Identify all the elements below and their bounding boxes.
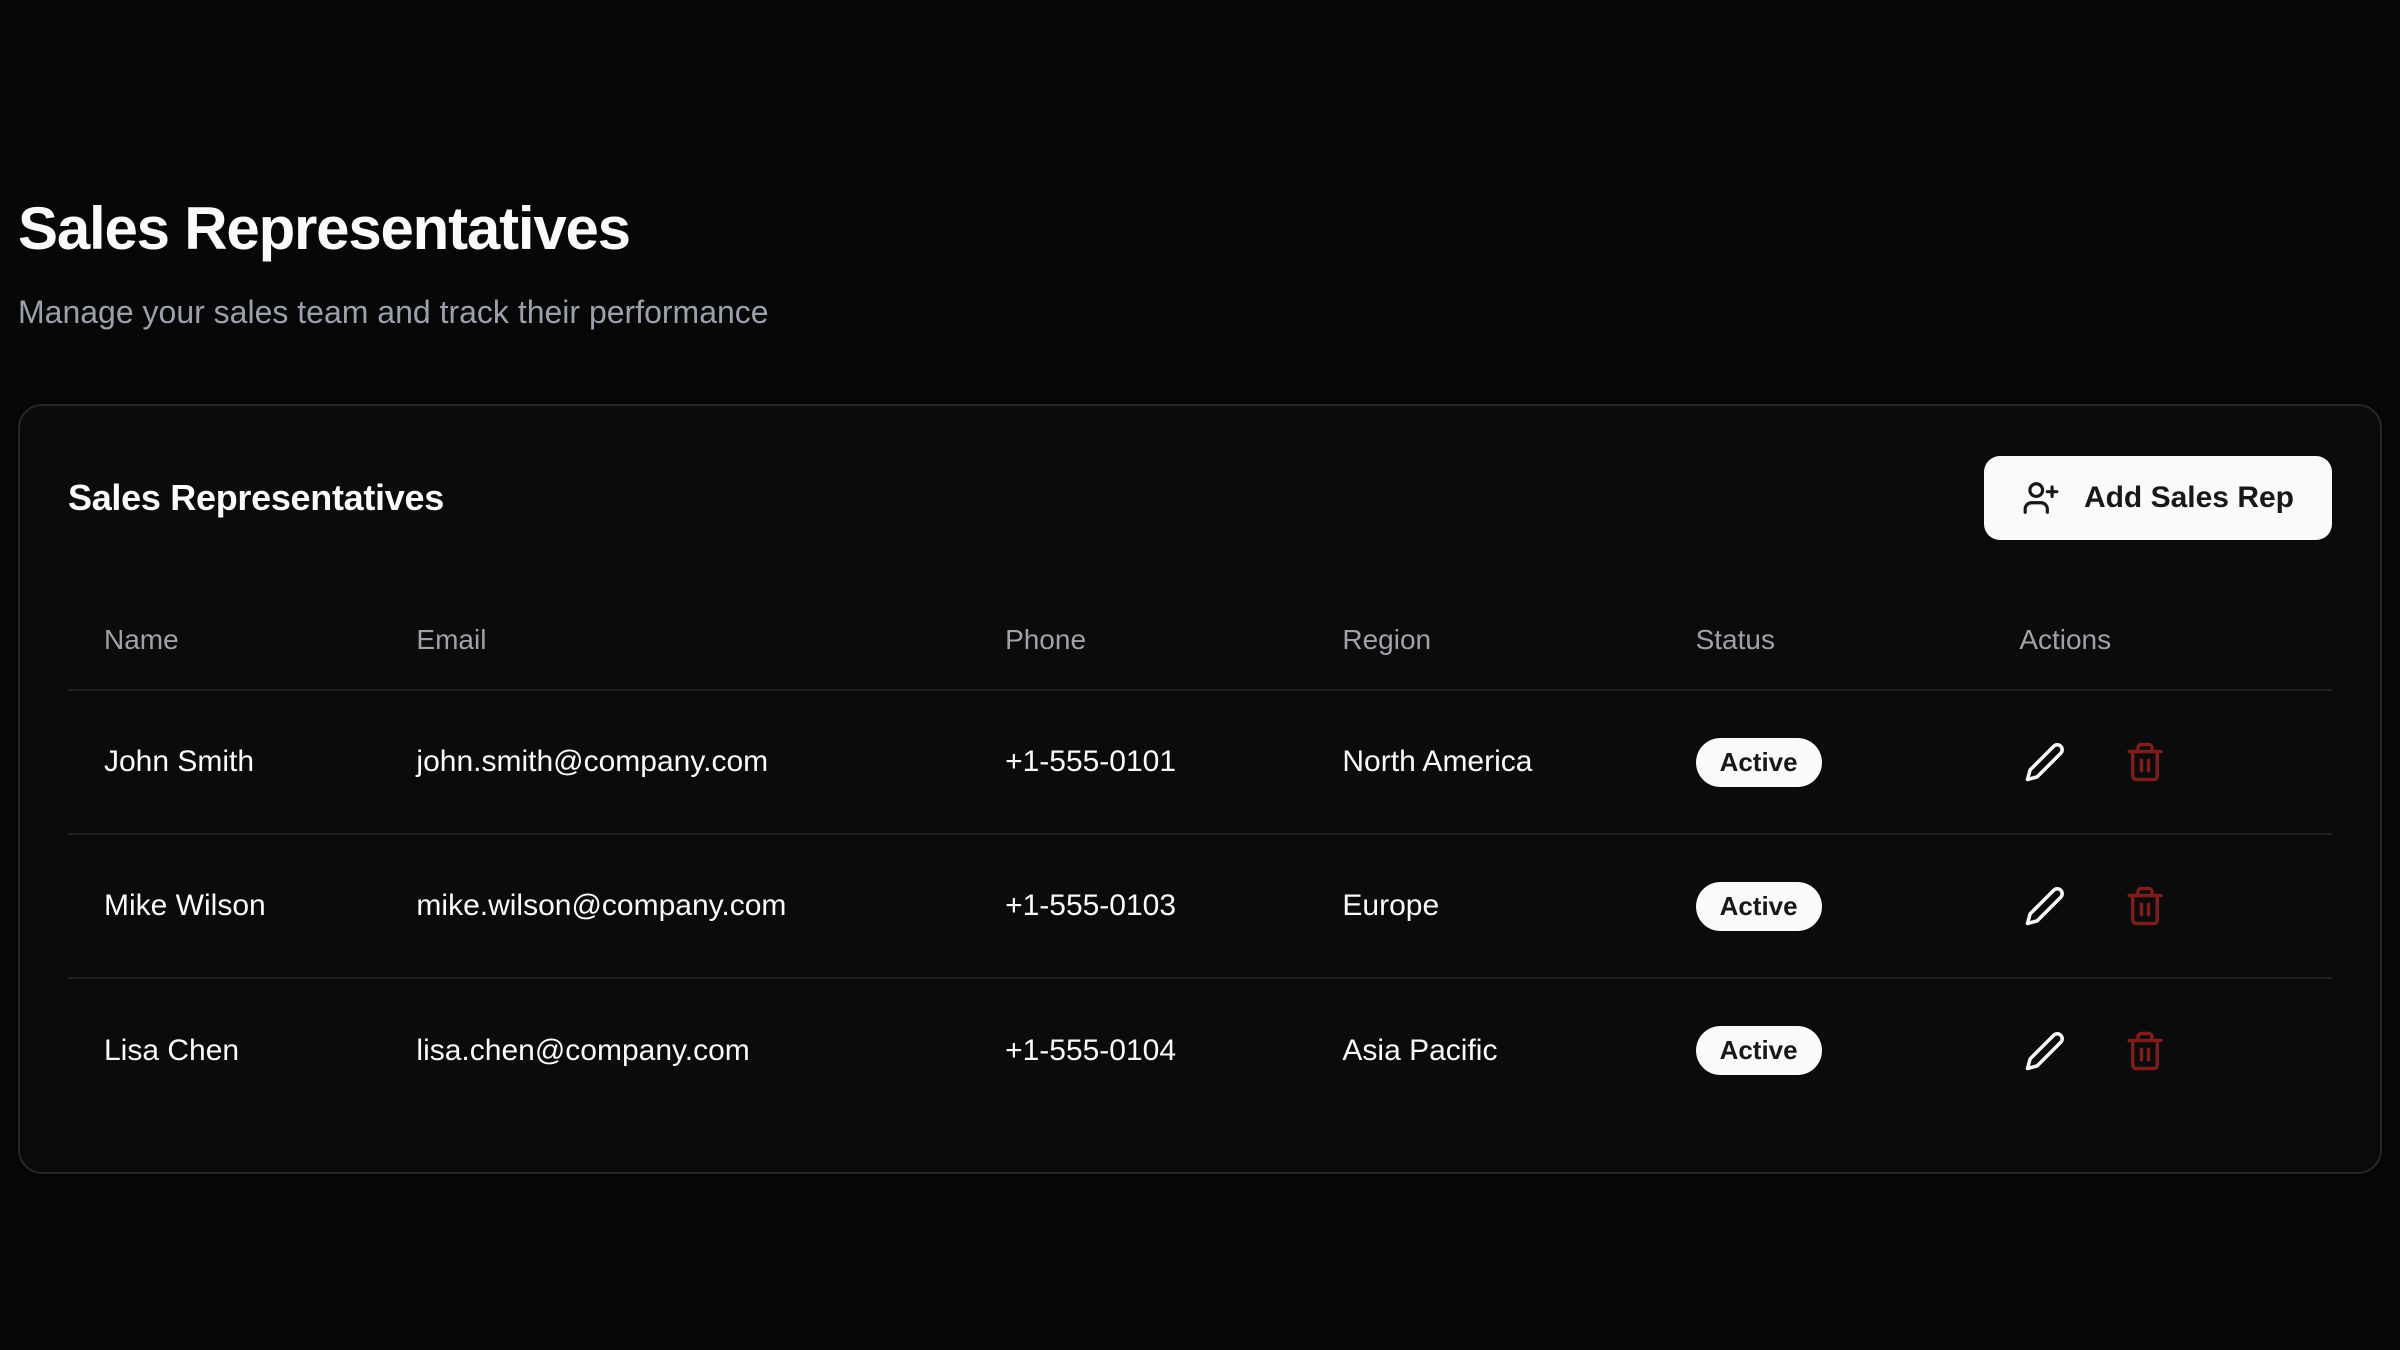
card-header: Sales Representatives Add Sales Rep — [68, 456, 2332, 540]
rep-phone: +1-555-0103 — [969, 834, 1306, 978]
rep-email: lisa.chen@company.com — [380, 978, 969, 1122]
table-row: Lisa Chen lisa.chen@company.com +1-555-0… — [68, 978, 2332, 1122]
delete-button[interactable] — [2119, 736, 2171, 788]
sales-reps-card: Sales Representatives Add Sales Rep — [18, 404, 2382, 1174]
status-badge: Active — [1696, 1026, 1822, 1075]
pencil-icon — [2024, 885, 2066, 927]
edit-button[interactable] — [2019, 880, 2071, 932]
add-sales-rep-button[interactable]: Add Sales Rep — [1984, 456, 2332, 540]
row-actions — [2019, 736, 2296, 788]
rep-region: North America — [1306, 690, 1659, 834]
column-header-status: Status — [1660, 590, 1984, 690]
rep-name: John Smith — [68, 690, 380, 834]
rep-name: Lisa Chen — [68, 978, 380, 1122]
column-header-region: Region — [1306, 590, 1659, 690]
rep-region: Asia Pacific — [1306, 978, 1659, 1122]
row-actions — [2019, 1025, 2296, 1077]
rep-region: Europe — [1306, 834, 1659, 978]
rep-name: Mike Wilson — [68, 834, 380, 978]
status-badge: Active — [1696, 738, 1822, 787]
pencil-icon — [2024, 1030, 2066, 1072]
column-header-email: Email — [380, 590, 969, 690]
trash-icon — [2124, 1030, 2166, 1072]
sales-reps-table: Name Email Phone Region Status Actions J… — [68, 590, 2332, 1122]
column-header-name: Name — [68, 590, 380, 690]
edit-button[interactable] — [2019, 1025, 2071, 1077]
edit-button[interactable] — [2019, 736, 2071, 788]
table-header-row: Name Email Phone Region Status Actions — [68, 590, 2332, 690]
rep-phone: +1-555-0101 — [969, 690, 1306, 834]
trash-icon — [2124, 885, 2166, 927]
rep-email: mike.wilson@company.com — [380, 834, 969, 978]
table-row: Mike Wilson mike.wilson@company.com +1-5… — [68, 834, 2332, 978]
page-title: Sales Representatives — [18, 196, 2382, 262]
rep-phone: +1-555-0104 — [969, 978, 1306, 1122]
delete-button[interactable] — [2119, 1025, 2171, 1077]
trash-icon — [2124, 741, 2166, 783]
rep-email: john.smith@company.com — [380, 690, 969, 834]
card-title: Sales Representatives — [68, 477, 444, 519]
page-subtitle: Manage your sales team and track their p… — [18, 290, 2382, 334]
status-badge: Active — [1696, 882, 1822, 931]
column-header-phone: Phone — [969, 590, 1306, 690]
add-sales-rep-button-label: Add Sales Rep — [2084, 481, 2294, 515]
row-actions — [2019, 880, 2296, 932]
delete-button[interactable] — [2119, 880, 2171, 932]
pencil-icon — [2024, 741, 2066, 783]
column-header-actions: Actions — [1983, 590, 2332, 690]
user-plus-icon — [2022, 479, 2060, 517]
table-row: John Smith john.smith@company.com +1-555… — [68, 690, 2332, 834]
